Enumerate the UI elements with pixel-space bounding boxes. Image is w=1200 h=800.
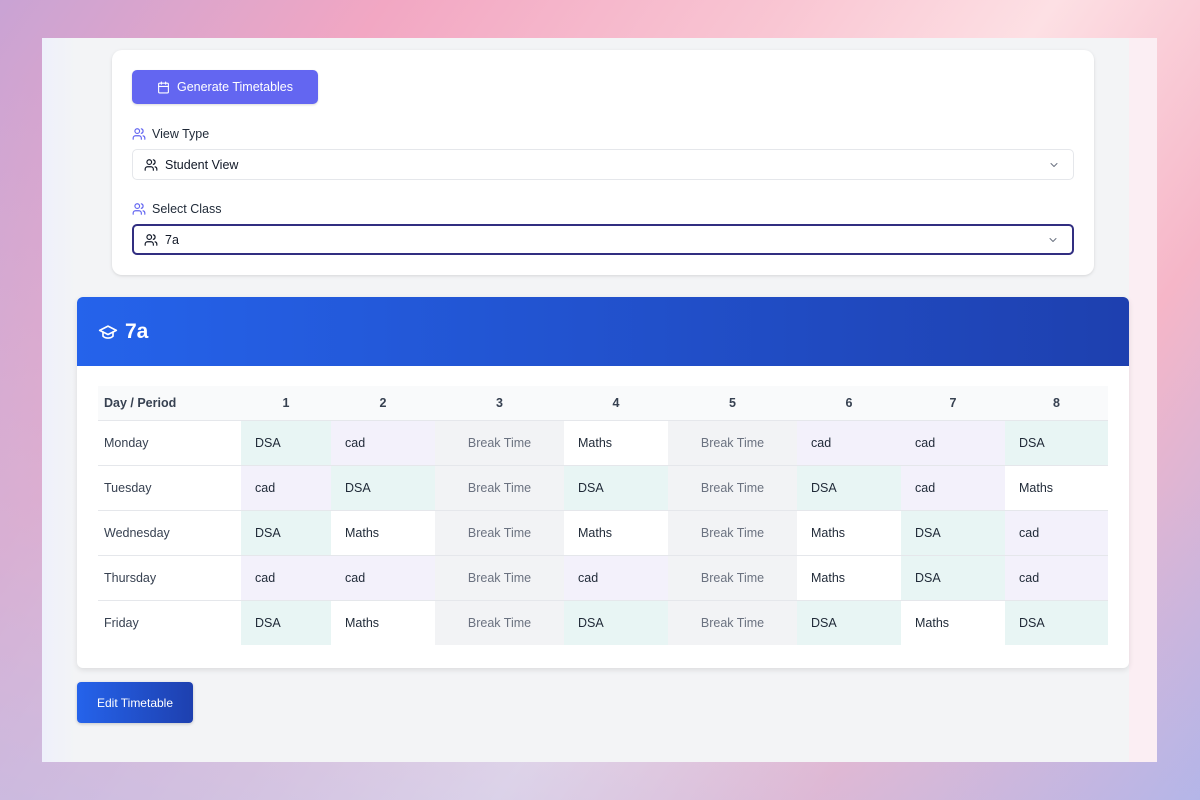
timetable-cell[interactable]: cad [1005, 510, 1108, 556]
timetable-cell[interactable]: Maths [797, 510, 901, 556]
timetable-cell[interactable]: Maths [331, 600, 435, 645]
timetable-cell[interactable]: cad [564, 555, 668, 601]
generate-timetables-label: Generate Timetables [176, 80, 294, 94]
chevron-down-icon [1048, 159, 1060, 171]
period-header: 7 [901, 386, 1005, 421]
timetable-cell[interactable]: cad [901, 465, 1005, 511]
select-class-label: Select Class [132, 202, 221, 216]
select-class-value: 7a [165, 232, 179, 247]
timetable-cell[interactable]: Maths [1005, 465, 1108, 511]
timetable-cell[interactable]: DSA [797, 600, 901, 645]
period-header: 4 [564, 386, 668, 421]
view-type-select[interactable]: Student View [132, 149, 1074, 180]
timetable-cell[interactable]: DSA [901, 555, 1005, 601]
timetable-table: Day / Period 12345678 Monday DSA cad Break … [98, 386, 1108, 645]
timetable-cell[interactable]: Maths [564, 510, 668, 556]
graduation-cap-icon [98, 322, 118, 342]
table-row: Wednesday DSA Maths Break Time Maths Break Ti… [98, 510, 1108, 556]
timetable-cell[interactable]: DSA [1005, 600, 1108, 645]
edit-timetable-button[interactable]: Edit Timetable [77, 682, 193, 723]
users-icon [132, 127, 146, 141]
table-header-row: Day / Period 12345678 [98, 386, 1108, 421]
timetable-cell[interactable]: Break Time [668, 465, 797, 511]
timetable-cell[interactable]: DSA [331, 465, 435, 511]
table-row: Friday DSA Maths Break Time DSA Break Time DSA… [98, 600, 1108, 645]
view-type-label: View Type [132, 127, 209, 141]
timetable-cell[interactable]: Maths [331, 510, 435, 556]
day-cell: Friday [98, 600, 241, 645]
table-row: Monday DSA cad Break Time Maths Break Time cad… [98, 420, 1108, 466]
timetable-cell[interactable]: Break Time [668, 420, 797, 466]
timetable-cell[interactable]: Break Time [668, 555, 797, 601]
timetable-cell[interactable]: DSA [797, 465, 901, 511]
users-icon [144, 158, 158, 172]
timetable-cell[interactable]: cad [241, 555, 331, 601]
generate-timetables-button[interactable]: Generate Timetables [132, 70, 318, 104]
app-window: Generate Timetables View Type Student Vi… [42, 38, 1157, 762]
timetable-cell[interactable]: DSA [241, 510, 331, 556]
period-header: 5 [668, 386, 797, 421]
timetable-cell[interactable]: Maths [797, 555, 901, 601]
period-header: 6 [797, 386, 901, 421]
timetable-cell[interactable]: cad [1005, 555, 1108, 601]
controls-card: Generate Timetables View Type Student Vi… [112, 50, 1094, 275]
timetable-title: 7a [125, 319, 149, 343]
chevron-down-icon [1047, 234, 1059, 246]
day-cell: Monday [98, 420, 241, 466]
day-cell: Tuesday [98, 465, 241, 511]
timetable-cell[interactable]: Break Time [668, 510, 797, 556]
timetable-cell[interactable]: cad [241, 465, 331, 511]
timetable-cell[interactable]: cad [331, 555, 435, 601]
select-class-select[interactable]: 7a [132, 224, 1074, 255]
day-cell: Wednesday [98, 510, 241, 556]
timetable-cell[interactable]: Break Time [435, 465, 564, 511]
table-row: Thursday cad cad Break Time cad Break Time Mat… [98, 555, 1108, 601]
timetable-header: 7a [77, 297, 1129, 366]
timetable-cell[interactable]: DSA [241, 600, 331, 645]
timetable-cell[interactable]: Break Time [435, 510, 564, 556]
timetable-cell[interactable]: DSA [241, 420, 331, 466]
day-period-header: Day / Period [98, 386, 241, 421]
timetable-cell[interactable]: Break Time [435, 600, 564, 645]
period-header: 1 [241, 386, 331, 421]
table-row: Tuesday cad DSA Break Time DSA Break Time DSA c… [98, 465, 1108, 511]
period-header: 8 [1005, 386, 1108, 421]
period-header: 3 [435, 386, 564, 421]
view-type-value: Student View [165, 157, 239, 172]
users-icon [144, 233, 158, 247]
day-cell: Thursday [98, 555, 241, 601]
timetable-cell[interactable]: Break Time [435, 420, 564, 466]
timetable-cell[interactable]: cad [901, 420, 1005, 466]
timetable-cell[interactable]: DSA [564, 600, 668, 645]
users-icon [132, 202, 146, 216]
timetable-cell[interactable]: cad [797, 420, 901, 466]
timetable-cell[interactable]: cad [331, 420, 435, 466]
timetable-cell[interactable]: DSA [1005, 420, 1108, 466]
timetable-cell[interactable]: Maths [564, 420, 668, 466]
timetable-cell[interactable]: Break Time [435, 555, 564, 601]
period-header: 2 [331, 386, 435, 421]
timetable-cell[interactable]: DSA [901, 510, 1005, 556]
timetable-cell[interactable]: Maths [901, 600, 1005, 645]
calendar-icon [157, 81, 170, 94]
timetable-cell[interactable]: DSA [564, 465, 668, 511]
timetable-card: 7a Day / Period 12345678 Monday DSA cad Bre… [77, 297, 1129, 668]
timetable-cell[interactable]: Break Time [668, 600, 797, 645]
